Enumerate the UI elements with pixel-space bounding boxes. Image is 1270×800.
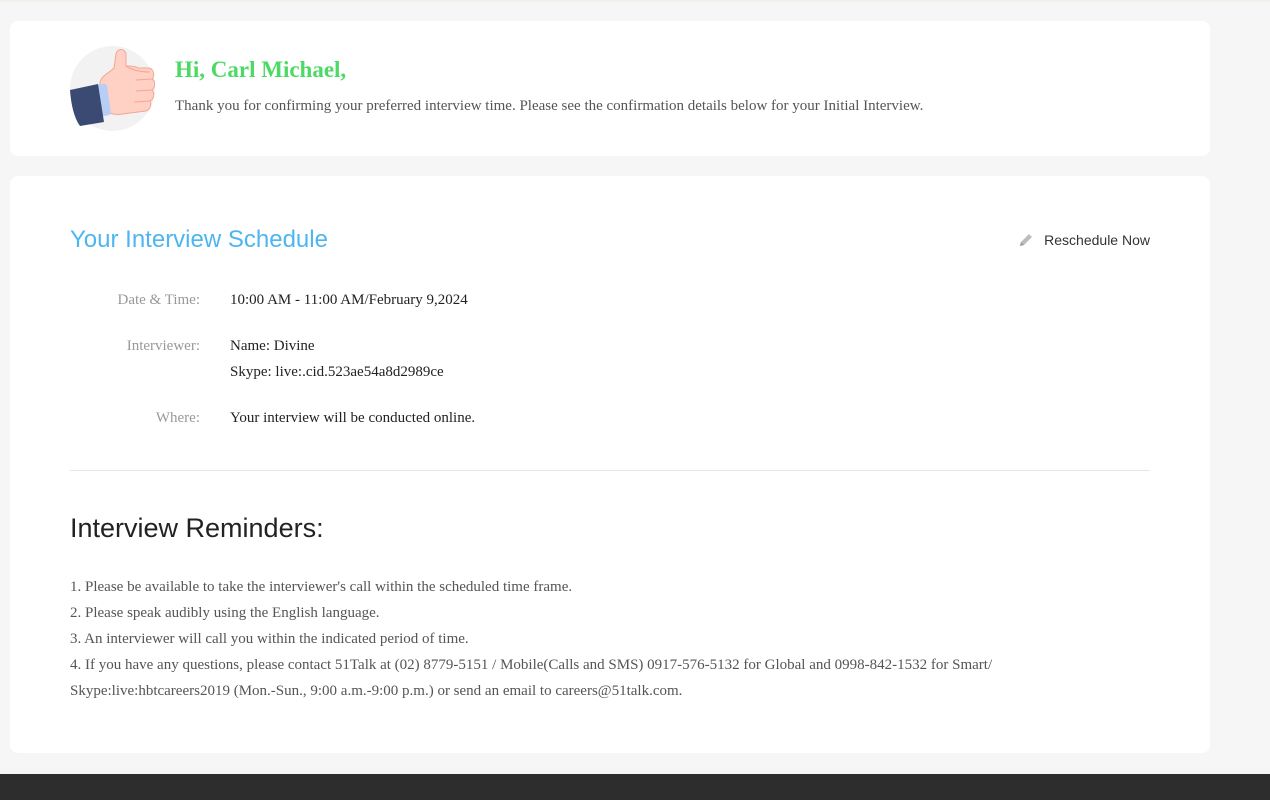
greeting-message: Thank you for confirming your preferred … xyxy=(175,98,924,114)
greeting-card: Hi, Carl Michael, Thank you for confirmi… xyxy=(10,21,1210,156)
interviewer-name: Name: Divine xyxy=(230,338,315,354)
where-label: Where: xyxy=(155,410,200,426)
reschedule-button[interactable]: Reschedule Now xyxy=(1017,231,1150,249)
pencil-icon xyxy=(1017,231,1035,249)
where-value: Your interview will be conducted online. xyxy=(230,410,476,426)
reminder-item: 2. Please speak audibly using the Englis… xyxy=(70,605,380,621)
interviewer-label: Interviewer: xyxy=(126,338,200,354)
datetime-label: Date & Time: xyxy=(117,292,200,308)
schedule-card: Your Interview Schedule Reschedule Now D… xyxy=(10,176,1210,753)
reminders-title: Interview Reminders: xyxy=(70,513,324,543)
reminder-item: 1. Please be available to take the inter… xyxy=(70,579,573,595)
thumbs-up-icon xyxy=(70,46,156,131)
reminder-item: 3. An interviewer will call you within t… xyxy=(70,631,469,647)
datetime-value: 10:00 AM - 11:00 AM/February 9,2024 xyxy=(230,292,468,308)
greeting-title: Hi, Carl Michael, xyxy=(175,57,347,82)
interviewer-skype: Skype: live:.cid.523ae54a8d2989ce xyxy=(230,364,444,380)
footer-bar xyxy=(0,774,1270,800)
reminders-list: 1. Please be available to take the inter… xyxy=(70,574,1130,704)
top-border xyxy=(0,0,1270,2)
schedule-title: Your Interview Schedule xyxy=(70,226,328,253)
section-divider xyxy=(70,470,1150,471)
reschedule-label: Reschedule Now xyxy=(1044,232,1150,248)
reminder-item: 4. If you have any questions, please con… xyxy=(70,657,993,699)
